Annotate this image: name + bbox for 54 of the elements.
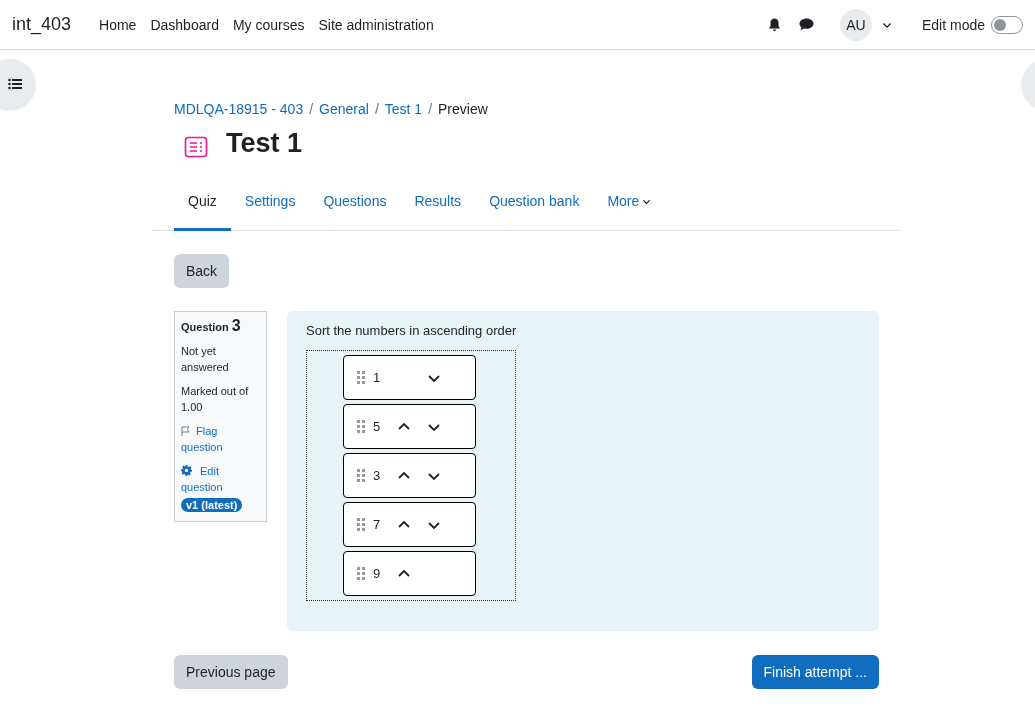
breadcrumb-separator: / xyxy=(428,101,433,117)
item-value: 9 xyxy=(373,566,382,581)
drag-handle-icon[interactable] xyxy=(357,420,365,433)
flag-question-link[interactable]: Flag question xyxy=(181,423,260,455)
drag-handle-icon[interactable] xyxy=(357,371,365,384)
sortable-item[interactable]: 7 xyxy=(343,502,476,547)
nav-tab[interactable]: Quiz xyxy=(174,177,231,231)
sortable-item[interactable]: 1 xyxy=(343,355,476,400)
site-name[interactable]: int_403 xyxy=(12,14,72,35)
nav-tab[interactable]: Questions xyxy=(309,177,401,231)
nav-link[interactable]: Home xyxy=(99,16,137,33)
breadcrumb-current: Preview xyxy=(438,101,488,117)
question-number: Question 3 xyxy=(181,321,241,333)
breadcrumb-separator: / xyxy=(309,101,314,117)
breadcrumb-separator: / xyxy=(374,101,379,117)
question-text: Sort the numbers in ascending order xyxy=(306,323,518,338)
item-value: 1 xyxy=(373,370,382,385)
nav-tab[interactable]: Question bank xyxy=(475,177,594,231)
course-index-button[interactable] xyxy=(0,59,35,109)
nav-link[interactable]: Site administration xyxy=(318,16,434,33)
previous-page-button[interactable]: Previous page xyxy=(174,655,288,689)
nav-tab[interactable]: More xyxy=(593,177,666,231)
bell-icon[interactable] xyxy=(767,17,781,32)
sortable-item[interactable]: 3 xyxy=(343,453,476,498)
user-avatar[interactable]: AU xyxy=(839,8,872,41)
breadcrumb-link[interactable]: Test 1 xyxy=(384,101,423,117)
nav-link[interactable]: Dashboard xyxy=(150,16,219,33)
item-value: 7 xyxy=(373,517,382,532)
drag-handle-icon[interactable] xyxy=(357,469,365,482)
drag-handle-icon[interactable] xyxy=(357,567,365,580)
drag-handle-icon[interactable] xyxy=(357,518,365,531)
quiz-icon xyxy=(184,135,208,159)
finish-attempt-button[interactable]: Finish attempt ... xyxy=(751,655,879,689)
chat-bubble-icon[interactable] xyxy=(798,18,814,31)
edit-question-link[interactable]: Edit question xyxy=(181,463,260,495)
gear-icon[interactable] xyxy=(181,465,192,476)
question-status: Not yet answered xyxy=(181,345,229,373)
flag-icon[interactable] xyxy=(181,426,191,436)
version-badge: v1 (latest) xyxy=(181,498,243,512)
back-button[interactable]: Back xyxy=(174,254,230,288)
nav-tab[interactable]: Results xyxy=(400,177,476,231)
nav-tab[interactable]: Settings xyxy=(230,177,310,231)
breadcrumb-link[interactable]: General xyxy=(319,101,369,117)
edit-mode-label: Edit mode xyxy=(921,16,985,33)
page-title: Test 1 xyxy=(226,127,303,159)
sortable-item[interactable]: 5 xyxy=(343,404,476,449)
list-icon xyxy=(8,78,22,90)
question-marks: Marked out of 1.00 xyxy=(181,385,249,413)
item-value: 5 xyxy=(373,419,382,434)
item-value: 3 xyxy=(373,468,382,483)
sortable-item[interactable]: 9 xyxy=(343,551,476,596)
nav-link[interactable]: My courses xyxy=(232,16,305,33)
breadcrumb-link[interactable]: MDLQA-18915 - 403 xyxy=(174,101,304,117)
edit-mode-toggle[interactable] xyxy=(991,15,1023,34)
